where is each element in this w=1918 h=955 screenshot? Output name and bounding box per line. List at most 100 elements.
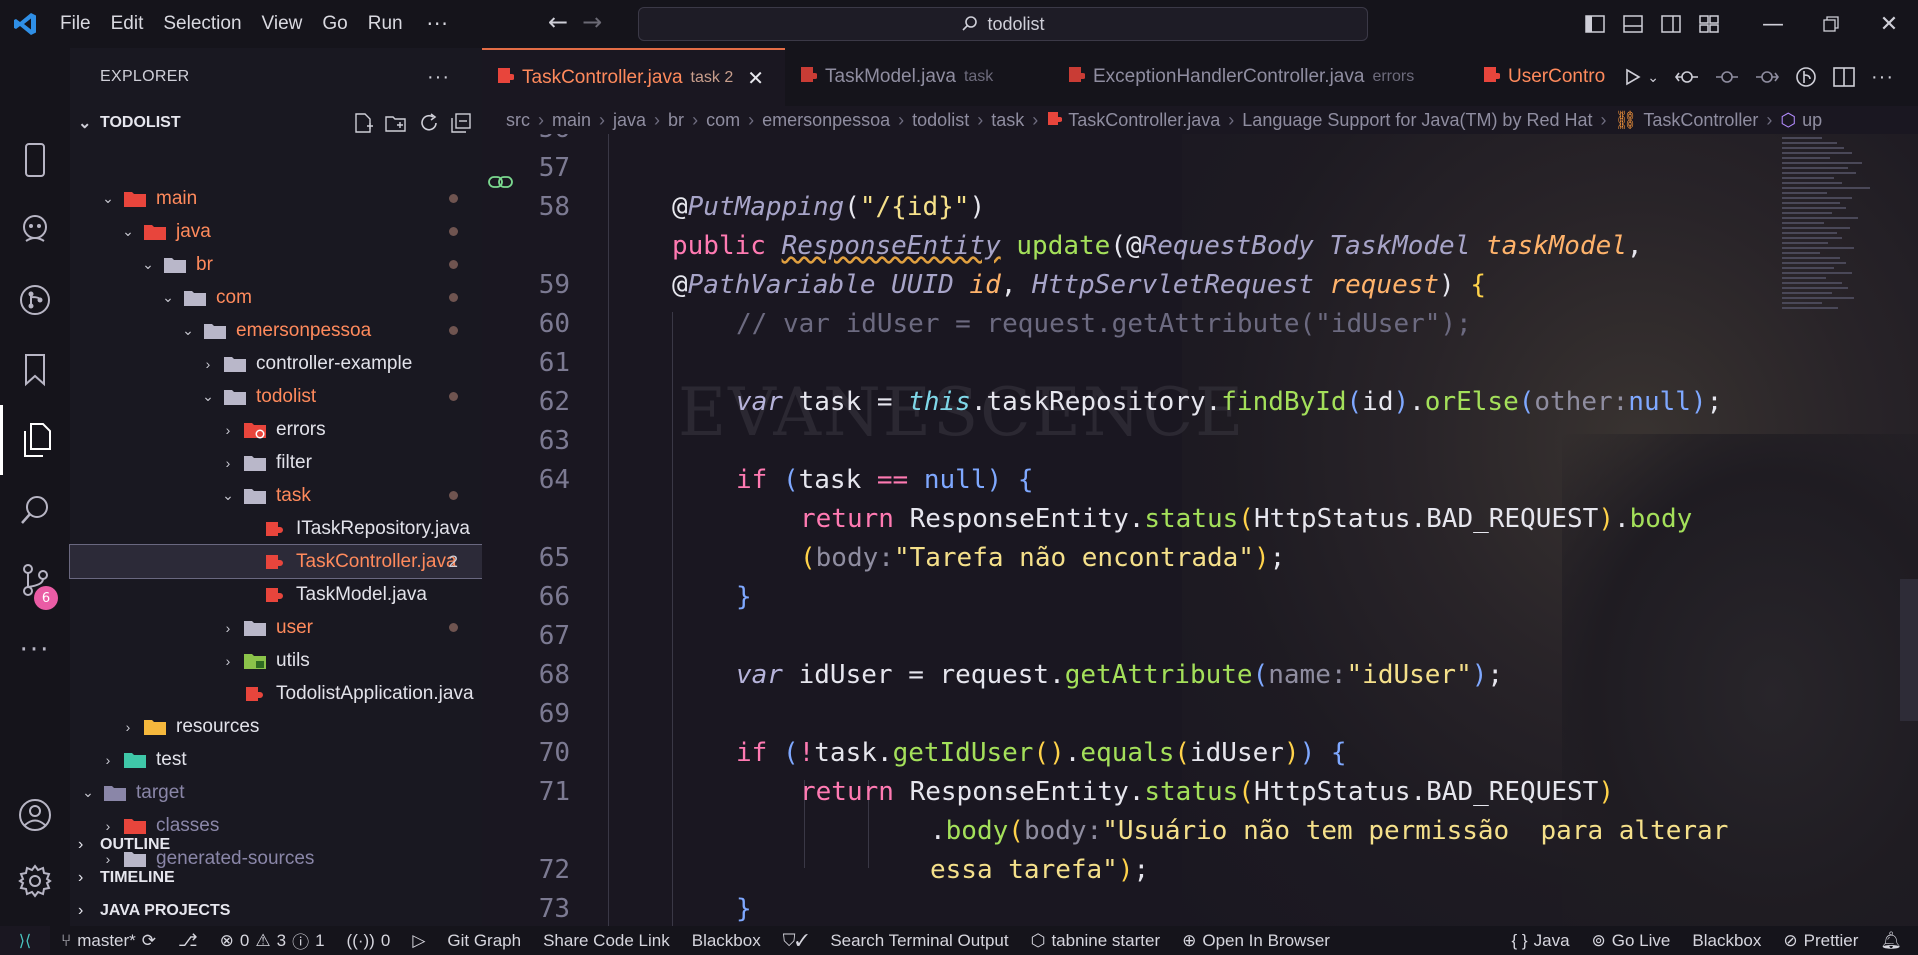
minimap[interactable] bbox=[1782, 134, 1882, 334]
settings-gear-icon[interactable] bbox=[0, 846, 70, 916]
account-icon[interactable] bbox=[0, 780, 70, 850]
explorer-more-icon[interactable]: ··· bbox=[427, 66, 450, 89]
close-window-icon[interactable]: ✕ bbox=[1860, 0, 1918, 48]
open-in-browser-button[interactable]: ⊕ Open In Browser bbox=[1171, 931, 1341, 951]
tab-exception-handler[interactable]: ExceptionHandlerController.java errors bbox=[1053, 48, 1468, 106]
customize-layout-icon[interactable] bbox=[1690, 0, 1728, 48]
command-center-search[interactable]: todolist bbox=[638, 7, 1368, 41]
toggle-panel-icon[interactable] bbox=[1614, 0, 1652, 48]
ports-status[interactable]: ((·)) 0 bbox=[336, 931, 402, 951]
breadcrumb-item[interactable]: TaskController.java bbox=[1068, 110, 1220, 131]
breadcrumb-item[interactable]: br bbox=[668, 110, 684, 131]
restore-window-icon[interactable] bbox=[1802, 0, 1860, 48]
breadcrumb-item[interactable]: up bbox=[1802, 110, 1822, 131]
folder-item[interactable]: ⌄ todolist bbox=[70, 380, 482, 413]
menu-more-icon[interactable]: ··· bbox=[413, 12, 463, 36]
breadcrumb-item[interactable]: task bbox=[991, 110, 1024, 131]
editor-scrollbar[interactable] bbox=[1900, 579, 1918, 721]
breadcrumb-item[interactable]: src bbox=[506, 110, 530, 131]
blackbox-status[interactable]: Blackbox bbox=[1681, 931, 1772, 951]
folder-item[interactable]: ⌄ task bbox=[70, 479, 482, 512]
forward-arrow-icon[interactable]: → bbox=[582, 8, 602, 36]
explorer-icon[interactable] bbox=[0, 405, 70, 475]
workspace-folder-header[interactable]: ⌄ TODOLIST bbox=[70, 106, 482, 140]
menu-selection[interactable]: Selection bbox=[153, 0, 251, 48]
copilot-chat-icon[interactable] bbox=[0, 195, 70, 265]
tabnine-status[interactable]: ⬡ tabnine starter bbox=[1020, 931, 1172, 951]
open-changes-icon[interactable] bbox=[1675, 67, 1699, 87]
language-mode-status[interactable]: { } Java bbox=[1501, 931, 1581, 951]
folder-item[interactable]: › filter bbox=[70, 446, 482, 479]
breadcrumb-item[interactable]: com bbox=[706, 110, 740, 131]
breadcrumb-item[interactable]: emersonpessoa bbox=[762, 110, 890, 131]
folder-item[interactable]: › test bbox=[70, 743, 482, 776]
folder-item[interactable]: ⌄ target bbox=[70, 776, 482, 809]
breadcrumb-item[interactable]: java bbox=[613, 110, 646, 131]
notifications-bell-icon[interactable]: 🔔︎ bbox=[1869, 931, 1918, 951]
minimize-window-icon[interactable]: — bbox=[1744, 0, 1802, 48]
git-lens-icon[interactable] bbox=[1795, 66, 1817, 88]
folder-item[interactable]: ⌄ java bbox=[70, 215, 482, 248]
code-editor[interactable]: EVANESCENCE 56 57 @PutMapping("/{id}") 5… bbox=[482, 134, 1918, 926]
breadcrumb-item[interactable]: todolist bbox=[912, 110, 969, 131]
folder-item[interactable]: ⌄ br bbox=[70, 248, 482, 281]
search-icon[interactable] bbox=[0, 475, 70, 545]
toggle-primary-sidebar-icon[interactable] bbox=[1576, 0, 1614, 48]
source-graph-icon[interactable] bbox=[0, 265, 70, 335]
menu-run[interactable]: Run bbox=[358, 0, 413, 48]
folder-item[interactable]: › errors bbox=[70, 413, 482, 446]
remote-indicator-icon[interactable]: ⟩⟨ bbox=[0, 926, 50, 955]
blackbox-button[interactable]: Blackbox bbox=[681, 931, 772, 951]
split-editor-icon[interactable] bbox=[1833, 67, 1855, 87]
toggle-secondary-sidebar-icon[interactable] bbox=[1652, 0, 1690, 48]
menu-file[interactable]: File bbox=[50, 0, 101, 48]
chevron-down-icon[interactable]: ⌄ bbox=[1647, 69, 1659, 86]
shield-check-icon[interactable]: ⛉✓ bbox=[772, 931, 820, 951]
file-item[interactable]: TodolistApplication.java bbox=[70, 677, 482, 710]
back-arrow-icon[interactable]: ← bbox=[548, 8, 568, 36]
outline-section[interactable]: › OUTLINE bbox=[70, 828, 482, 861]
git-branch-status[interactable]: ⑂ master* ⟳ bbox=[50, 931, 167, 951]
file-item[interactable]: TaskController.java 2 bbox=[69, 544, 483, 579]
folder-item[interactable]: › resources bbox=[70, 710, 482, 743]
source-control-icon[interactable]: 6 bbox=[0, 545, 70, 615]
previous-change-icon[interactable] bbox=[1715, 67, 1739, 87]
new-file-icon[interactable] bbox=[352, 112, 374, 134]
bookmarks-icon[interactable] bbox=[0, 335, 70, 405]
git-graph-button[interactable]: Git Graph bbox=[436, 931, 532, 951]
menu-go[interactable]: Go bbox=[312, 0, 357, 48]
new-folder-icon[interactable] bbox=[384, 112, 408, 134]
prettier-status[interactable]: ⊘ Prettier bbox=[1772, 931, 1869, 951]
search-terminal-output-button[interactable]: Search Terminal Output bbox=[819, 931, 1019, 951]
close-tab-icon[interactable]: ✕ bbox=[747, 66, 764, 91]
folder-item[interactable]: › utils bbox=[70, 644, 482, 677]
git-graph-icon[interactable]: ⎇ bbox=[167, 931, 209, 951]
folder-item[interactable]: ⌄ emersonpessoa bbox=[70, 314, 482, 347]
next-change-icon[interactable] bbox=[1755, 67, 1780, 87]
breadcrumb-item[interactable]: TaskController bbox=[1643, 110, 1758, 131]
more-actions-icon[interactable]: ··· bbox=[1871, 66, 1894, 89]
folder-item[interactable]: › controller-example bbox=[70, 347, 482, 380]
menu-edit[interactable]: Edit bbox=[101, 0, 154, 48]
problems-status[interactable]: ⊗ 0 ⚠ 3 ⓘ 1 bbox=[209, 928, 336, 953]
vscode-logo-icon[interactable] bbox=[0, 0, 50, 48]
share-code-link-button[interactable]: Share Code Link bbox=[532, 931, 681, 951]
run-icon[interactable] bbox=[1625, 68, 1641, 86]
refresh-icon[interactable] bbox=[418, 112, 440, 134]
folder-item[interactable]: ⌄ com bbox=[70, 281, 482, 314]
file-item[interactable]: ITaskRepository.java bbox=[70, 512, 482, 545]
breadcrumb-item[interactable]: Language Support for Java(TM) by Red Hat bbox=[1242, 110, 1592, 131]
go-live-button[interactable]: ⊚ Go Live bbox=[1581, 931, 1682, 951]
more-views-icon[interactable]: ··· bbox=[0, 615, 70, 685]
file-item[interactable]: TaskModel.java bbox=[70, 578, 482, 611]
folder-item[interactable]: ⌄ main bbox=[70, 182, 482, 215]
menu-view[interactable]: View bbox=[252, 0, 313, 48]
device-icon[interactable] bbox=[0, 125, 70, 195]
breadcrumb-item[interactable]: main bbox=[552, 110, 591, 131]
collapse-all-icon[interactable] bbox=[450, 112, 472, 134]
tab-task-controller[interactable]: TaskController.java task 2 ✕ bbox=[482, 48, 785, 106]
folder-item[interactable]: › user bbox=[70, 611, 482, 644]
java-projects-section[interactable]: › JAVA PROJECTS bbox=[70, 894, 482, 927]
run-debug-icon[interactable]: ▷ bbox=[401, 931, 436, 951]
tab-task-model[interactable]: TaskModel.java task bbox=[785, 48, 1053, 106]
